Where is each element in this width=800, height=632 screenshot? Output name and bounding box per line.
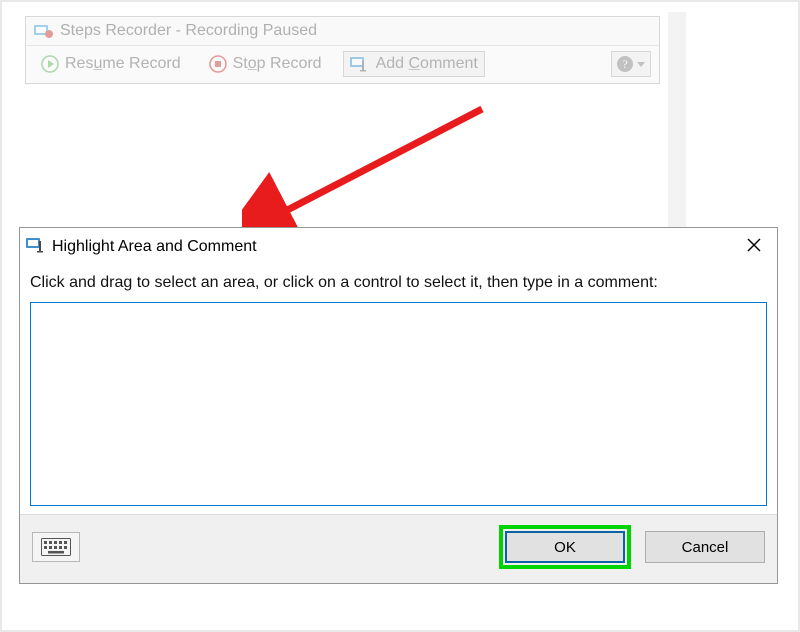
close-icon [747, 238, 761, 252]
ok-button[interactable]: OK [505, 531, 625, 563]
keyboard-icon [41, 538, 71, 556]
dialog-instructions: Click and drag to select an area, or cli… [20, 266, 777, 302]
stop-icon [209, 55, 227, 73]
chevron-down-icon [636, 55, 646, 73]
comment-textarea[interactable] [30, 302, 767, 506]
recorder-app-icon [34, 23, 54, 39]
stop-record-button[interactable]: Stop Record [202, 51, 329, 77]
help-dropdown-button[interactable]: ? [611, 51, 651, 77]
on-screen-keyboard-button[interactable] [32, 532, 80, 562]
dialog-app-icon [26, 237, 46, 258]
steps-recorder-window: Steps Recorder - Recording Paused Resume… [25, 16, 660, 84]
cancel-button[interactable]: Cancel [645, 531, 765, 563]
dialog-title: Highlight Area and Comment [52, 238, 257, 256]
recorder-toolbar: Resume Record Stop Record Add Comment [26, 46, 659, 83]
resume-record-button[interactable]: Resume Record [34, 51, 188, 77]
svg-text:?: ? [622, 57, 627, 71]
dialog-titlebar: Highlight Area and Comment [20, 228, 777, 266]
play-icon [41, 55, 59, 73]
recorder-title: Steps Recorder - Recording Paused [60, 22, 317, 40]
add-comment-button[interactable]: Add Comment [343, 51, 485, 77]
recorder-titlebar: Steps Recorder - Recording Paused [26, 17, 659, 46]
highlight-comment-dialog: Highlight Area and Comment Click and dra… [19, 227, 778, 584]
ok-highlight-annotation: OK [499, 525, 631, 569]
dialog-close-button[interactable] [739, 234, 769, 260]
comment-icon [350, 56, 370, 72]
annotation-arrow [242, 97, 502, 237]
help-icon: ? [616, 55, 634, 73]
dialog-button-bar: OK Cancel [20, 514, 777, 583]
